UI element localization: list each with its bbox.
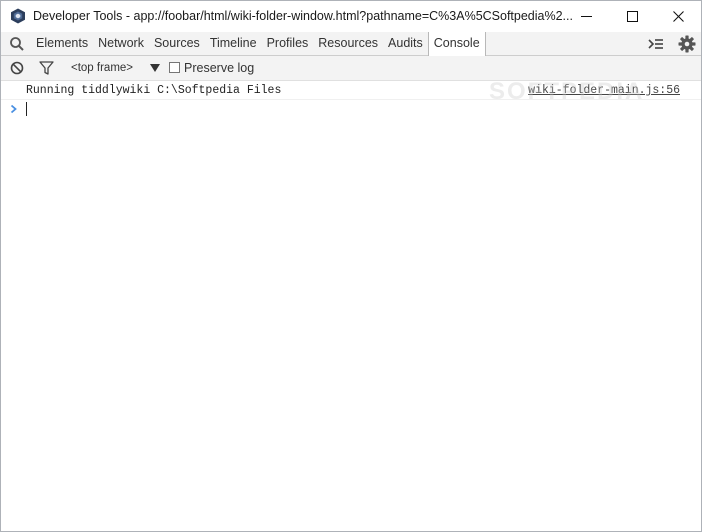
title-bar: Developer Tools - app://foobar/html/wiki… [1, 1, 701, 32]
frame-selector[interactable]: <top frame> [71, 62, 133, 74]
minimize-button[interactable] [563, 1, 609, 32]
search-icon[interactable] [9, 36, 25, 52]
tab-network[interactable]: Network [93, 32, 149, 56]
maximize-button[interactable] [609, 1, 655, 32]
tab-sources[interactable]: Sources [149, 32, 205, 56]
tab-elements[interactable]: Elements [31, 32, 93, 56]
tab-resources[interactable]: Resources [313, 32, 383, 56]
console-input[interactable] [28, 101, 688, 117]
console-message-row: Running tiddlywiki C:\Softpedia Files wi… [1, 81, 701, 100]
window-title: Developer Tools - app://foobar/html/wiki… [33, 9, 573, 23]
maximize-icon [626, 11, 638, 22]
console-prompt-row [1, 100, 701, 118]
panel-tab-bar: Elements Network Sources Timeline Profil… [1, 32, 701, 56]
console-drawer-icon[interactable] [647, 36, 665, 52]
console-message-text: Running tiddlywiki C:\Softpedia Files [26, 84, 282, 97]
console-message-source-link[interactable]: wiki-folder-main.js:56 [528, 84, 680, 97]
close-icon [672, 11, 684, 22]
devtools-window: Developer Tools - app://foobar/html/wiki… [0, 0, 702, 532]
devtools-app-icon [11, 8, 25, 24]
tab-console[interactable]: Console [427, 32, 486, 56]
console-output: Running tiddlywiki C:\Softpedia Files wi… [1, 81, 701, 531]
clear-console-icon[interactable] [10, 61, 24, 75]
console-toolbar: <top frame> Preserve log [1, 56, 701, 81]
chevron-down-icon[interactable] [150, 64, 160, 72]
filter-icon[interactable] [39, 61, 54, 75]
preserve-log-checkbox[interactable] [169, 62, 180, 73]
tab-audits[interactable]: Audits [383, 32, 428, 56]
prompt-chevron-icon [10, 104, 17, 114]
minimize-icon [580, 16, 592, 17]
panel-tabs: Elements Network Sources Timeline Profil… [31, 32, 486, 56]
gear-icon[interactable] [677, 34, 697, 54]
tab-profiles[interactable]: Profiles [262, 32, 314, 56]
text-caret [26, 102, 27, 116]
preserve-log-label: Preserve log [184, 61, 255, 75]
tab-timeline[interactable]: Timeline [205, 32, 262, 56]
close-button[interactable] [655, 1, 701, 32]
